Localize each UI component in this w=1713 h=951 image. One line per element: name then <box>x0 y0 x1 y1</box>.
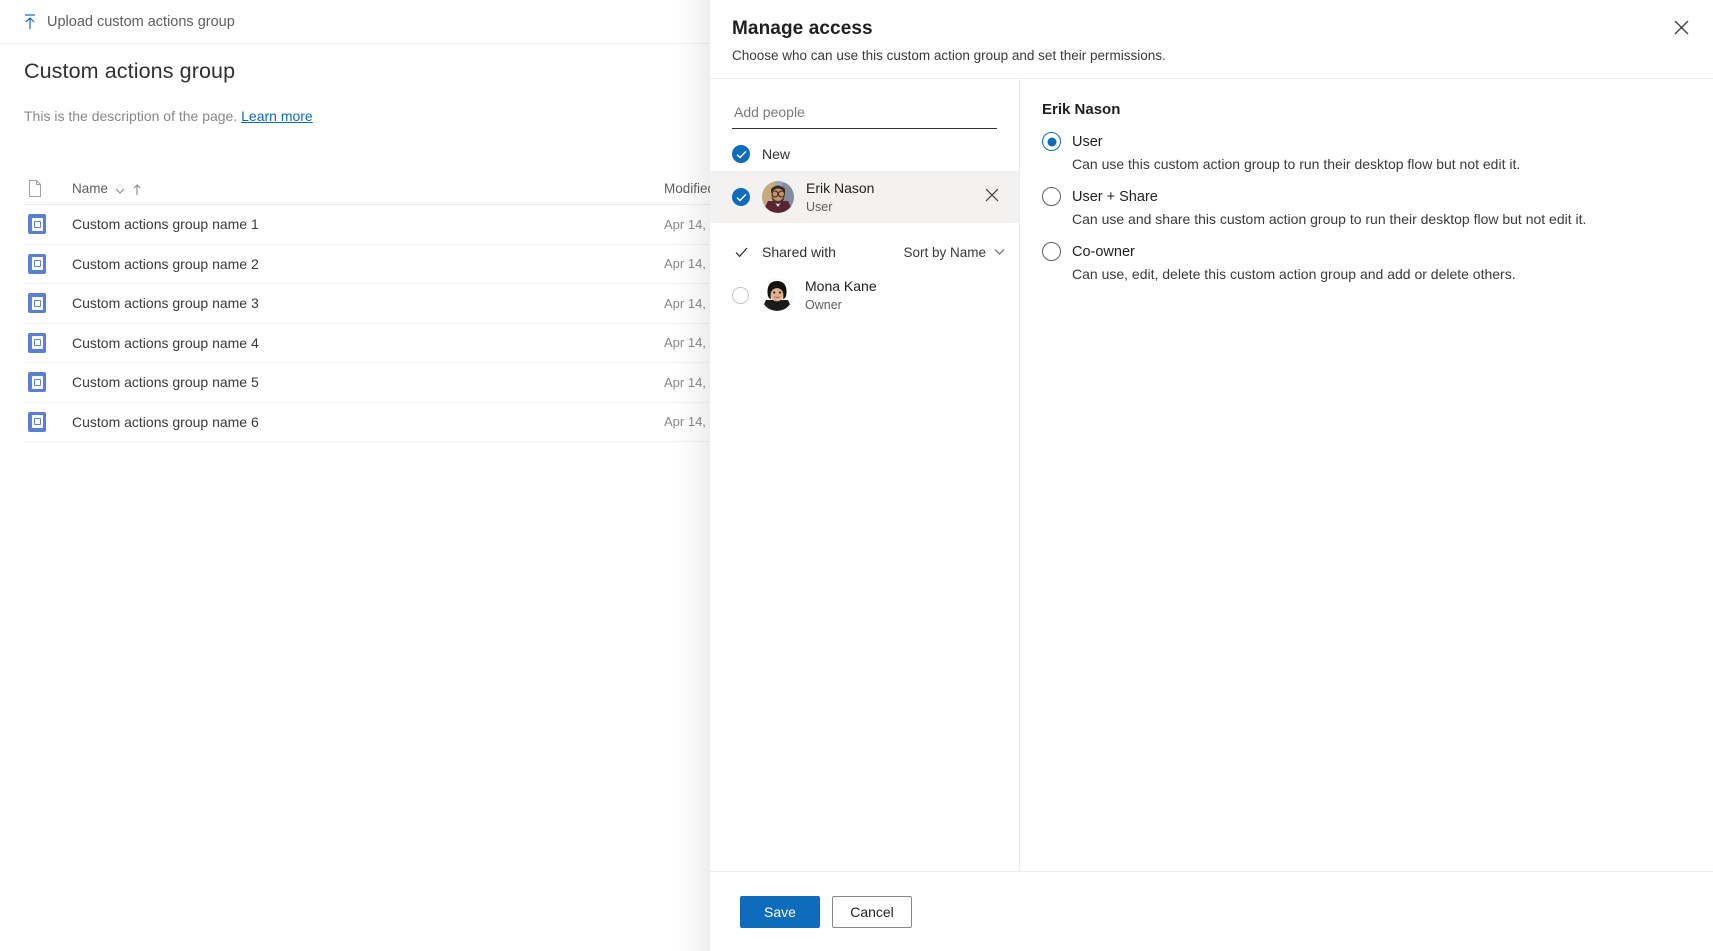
learn-more-link[interactable]: Learn more <box>241 108 313 124</box>
radio-co-owner[interactable] <box>1042 242 1061 261</box>
panel-subtitle: Choose who can use this custom action gr… <box>732 48 1166 63</box>
permission-description: Can use, edit, delete this custom action… <box>1072 266 1516 282</box>
row-name: Custom actions group name 4 <box>72 334 259 351</box>
close-icon <box>1674 20 1689 40</box>
group-header-shared-label: Shared with <box>762 244 836 260</box>
custom-action-group-icon <box>28 253 46 274</box>
panel-title: Manage access <box>732 18 873 39</box>
sort-by-label: Sort by Name <box>903 244 986 260</box>
page-description: This is the description of the page. Lea… <box>24 108 313 124</box>
permission-option-user-row[interactable]: User <box>1042 132 1713 151</box>
upload-custom-actions-group-button[interactable]: Upload custom actions group <box>0 0 245 44</box>
column-header-modified-label: Modified <box>664 181 716 196</box>
group-header-new[interactable]: New <box>710 137 1019 171</box>
chevron-down-icon <box>994 245 1005 260</box>
permission-label: User <box>1072 133 1103 150</box>
permission-option-co-owner: Co-owner Can use, edit, delete this cust… <box>1042 242 1713 282</box>
panel-header: Manage access Choose who can use this cu… <box>710 0 1713 79</box>
group-header-new-label: New <box>762 146 791 162</box>
row-name: Custom actions group name 6 <box>72 413 259 430</box>
cancel-button[interactable]: Cancel <box>832 895 912 928</box>
page-title: Custom actions group <box>24 59 236 83</box>
panel-footer: Save Cancel <box>710 871 1713 951</box>
upload-button-label: Upload custom actions group <box>47 13 235 30</box>
close-icon <box>985 188 999 207</box>
upload-arrow-icon <box>22 13 38 30</box>
page-description-text: This is the description of the page. <box>24 108 238 124</box>
person-row-erik-nason[interactable]: Erik Nason User <box>710 171 1019 223</box>
panel-body: New <box>710 79 1713 871</box>
permissions-heading: Erik Nason <box>1042 101 1121 118</box>
person-info: Mona Kane Owner <box>805 278 1005 313</box>
permission-description: Can use and share this custom action gro… <box>1072 211 1587 227</box>
permission-label: User + Share <box>1072 188 1158 205</box>
column-header-icon[interactable] <box>24 180 66 197</box>
close-panel-button[interactable] <box>1665 14 1697 46</box>
permissions-radio-group: User Can use this custom action group to… <box>1042 132 1713 282</box>
person-row-mona-kane[interactable]: Mona Kane Owner <box>710 269 1019 321</box>
person-name: Erik Nason <box>806 179 875 196</box>
custom-action-group-icon <box>28 214 46 235</box>
permission-label: Co-owner <box>1072 243 1135 260</box>
remove-person-button[interactable] <box>979 184 1005 210</box>
save-button[interactable]: Save <box>740 895 820 928</box>
permission-option-user-share-row[interactable]: User + Share <box>1042 187 1713 206</box>
person-info: Erik Nason User <box>806 180 967 215</box>
custom-action-group-icon <box>28 411 46 432</box>
row-name: Custom actions group name 3 <box>72 295 259 312</box>
sort-by-dropdown[interactable]: Sort by Name <box>903 245 1005 260</box>
people-column: New <box>710 79 1020 871</box>
row-name: Custom actions group name 5 <box>72 374 259 391</box>
column-header-name-label: Name <box>72 181 109 196</box>
radio-user-share[interactable] <box>1042 187 1061 206</box>
add-people-field-wrap <box>710 79 1019 129</box>
custom-action-group-icon <box>28 332 46 353</box>
avatar <box>761 279 793 311</box>
row-file-icon-cell <box>24 332 66 353</box>
add-people-input[interactable] <box>732 99 997 129</box>
avatar <box>762 181 794 213</box>
row-file-icon-cell <box>24 253 66 274</box>
row-file-icon-cell <box>24 372 66 393</box>
permission-option-co-owner-row[interactable]: Co-owner <box>1042 242 1713 261</box>
select-all-new-checkbox[interactable] <box>732 145 750 163</box>
permissions-column: Erik Nason User Can use this custom acti… <box>1020 79 1713 871</box>
person-selected-checkbox[interactable] <box>732 286 749 304</box>
shared-with-check-icon[interactable] <box>732 247 750 258</box>
person-role: Owner <box>805 297 842 312</box>
ascending-arrow-icon <box>132 183 142 195</box>
chevron-down-icon <box>115 184 125 194</box>
group-header-shared-with: Shared with Sort by Name <box>710 235 1019 269</box>
row-name: Custom actions group name 1 <box>72 216 259 233</box>
permission-option-user-share: User + Share Can use and share this cust… <box>1042 187 1713 227</box>
custom-action-group-icon <box>28 372 46 393</box>
row-file-icon-cell <box>24 411 66 432</box>
permission-option-user: User Can use this custom action group to… <box>1042 132 1713 172</box>
row-file-icon-cell <box>24 293 66 314</box>
permission-description: Can use this custom action group to run … <box>1072 156 1521 172</box>
person-name: Mona Kane <box>805 277 877 294</box>
manage-access-panel: Manage access Choose who can use this cu… <box>710 0 1713 951</box>
radio-user[interactable] <box>1042 132 1061 151</box>
person-selected-checkbox[interactable] <box>732 188 750 206</box>
row-name: Custom actions group name 2 <box>72 255 259 272</box>
custom-action-group-icon <box>28 293 46 314</box>
row-file-icon-cell <box>24 214 66 235</box>
column-header-name[interactable]: Name <box>66 181 664 196</box>
file-type-icon <box>28 180 42 197</box>
person-role: User <box>806 199 833 214</box>
